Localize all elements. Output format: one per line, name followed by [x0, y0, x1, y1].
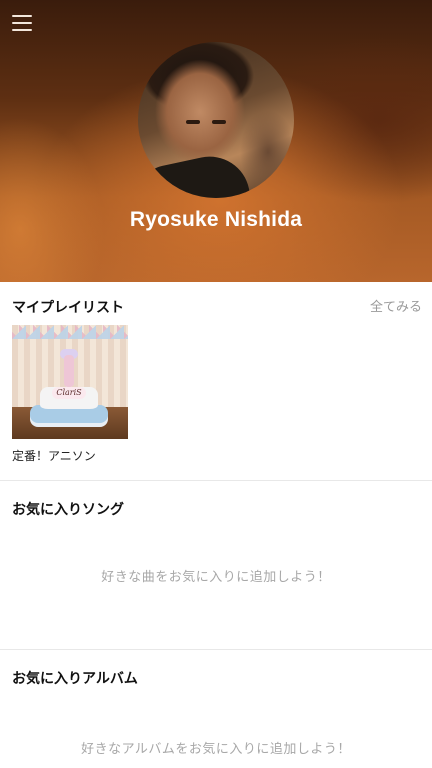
avatar-eye	[186, 120, 200, 124]
cover-candle	[64, 355, 74, 387]
playlist-name: 定番！アニソン	[12, 449, 96, 463]
playlist-cover-image: ClariS	[12, 325, 128, 439]
profile-page: Ryosuke Nishida マイプレイリスト 全てみる ClariS 定番！…	[0, 0, 432, 768]
favorite-albums-empty-message: 好きなアルバムをお気に入りに追加しよう！	[81, 742, 351, 757]
cover-cake-plaque: ClariS	[52, 387, 86, 399]
see-all-link[interactable]: 全てみる	[370, 296, 422, 315]
section-divider	[0, 480, 432, 481]
menu-bar	[12, 15, 32, 17]
hamburger-menu-icon[interactable]	[10, 12, 36, 34]
menu-bar	[12, 22, 32, 24]
avatar-shirt	[138, 149, 254, 198]
section-divider	[0, 649, 432, 650]
favorite-songs-title: お気に入りソング	[12, 502, 124, 518]
favorite-albums-title: お気に入りアルバム	[12, 671, 138, 687]
cover-bunting	[12, 325, 128, 351]
my-playlists-title: マイプレイリスト	[12, 300, 124, 316]
menu-bar	[12, 29, 32, 31]
user-avatar[interactable]	[138, 42, 294, 198]
user-name: Ryosuke Nishida	[129, 208, 303, 231]
avatar-eye	[212, 120, 226, 124]
playlist-card[interactable]: ClariS 定番！アニソン	[12, 325, 128, 464]
favorite-songs-empty-message: 好きな曲をお気に入りに追加しよう！	[101, 570, 331, 585]
profile-header: Ryosuke Nishida	[0, 0, 432, 282]
